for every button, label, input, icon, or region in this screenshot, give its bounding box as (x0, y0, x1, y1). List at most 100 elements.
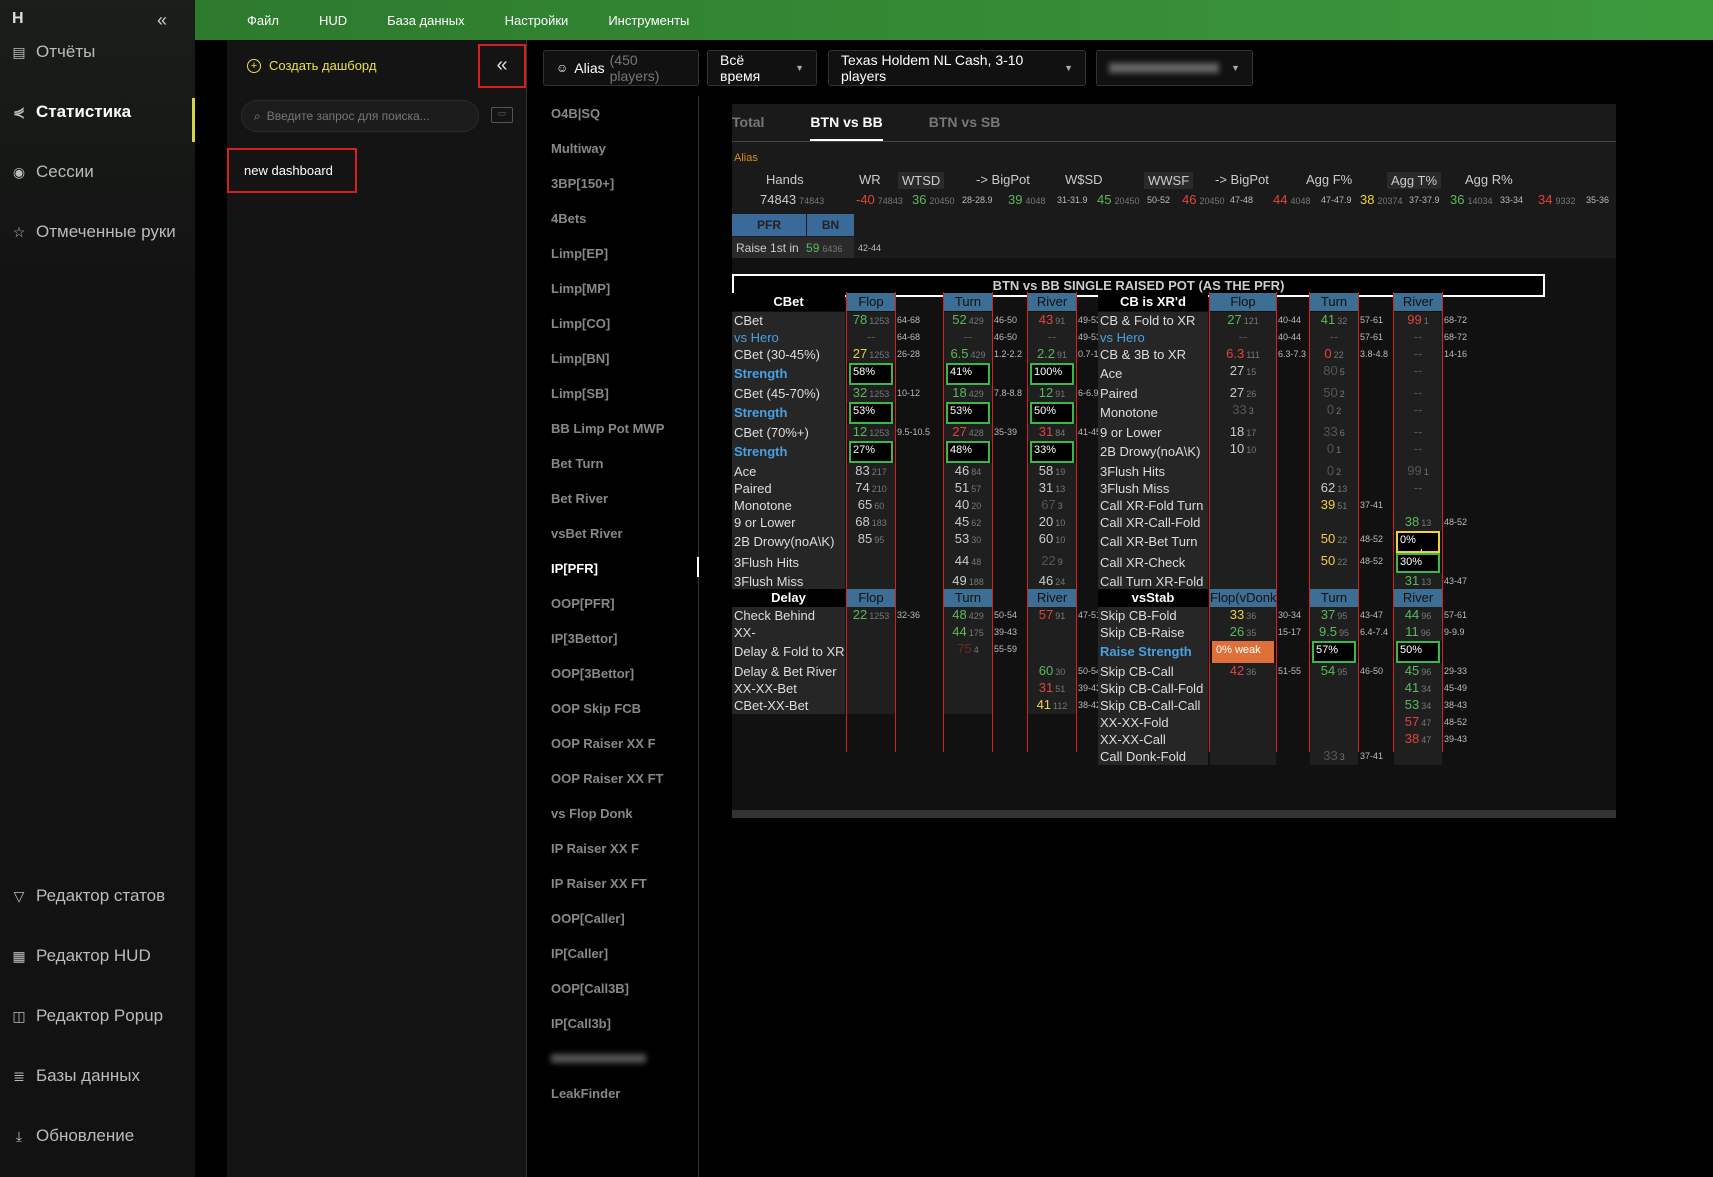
nav-item[interactable]: ⋞ Статистика (0, 92, 195, 142)
value: 45 (1097, 192, 1112, 207)
folder-icon[interactable]: ▭ (491, 107, 513, 123)
menu-settings[interactable]: Настройки (505, 13, 569, 28)
stat-list-item[interactable]: OOP[PFR] (527, 586, 699, 621)
stat-list-item[interactable]: OOP Raiser XX FT (527, 761, 699, 796)
stat-list-item[interactable]: Bet Turn (527, 446, 699, 481)
section-header: vsStab (1098, 589, 1208, 607)
column-header: Flop (847, 293, 895, 311)
stat-cell: 53 30 (944, 531, 992, 553)
stat-cell: 67 3 (1028, 497, 1076, 514)
range-label: 37-41 (1360, 751, 1384, 761)
stat-value: 57 (1038, 607, 1054, 622)
stat-list-item[interactable]: OOP[3Bettor] (527, 656, 699, 691)
stat-list-item[interactable]: Limp[SB] (527, 376, 699, 411)
range-label: 37-41 (1360, 500, 1384, 510)
row-label: 3Flush Miss (732, 573, 845, 590)
menu-tools[interactable]: Инструменты (608, 13, 689, 28)
nav-item[interactable]: ☆ Отмеченные руки (0, 212, 195, 252)
stat-list-item[interactable]: LeakFinder (527, 1076, 699, 1111)
row-label: Delay & Fold to XR (732, 641, 845, 663)
nav-item[interactable]: ≣ Базы данных (0, 1056, 195, 1096)
range-label: 31-31.9 (1057, 195, 1088, 205)
nav-item[interactable]: ⤓ Обновление (0, 1116, 195, 1156)
strength-bar: 53% we (849, 402, 893, 424)
stat-list-item[interactable]: OOP Raiser XX F (527, 726, 699, 761)
stat-list-item[interactable]: O4B|SQ (527, 96, 699, 131)
stat-value: 48 (952, 607, 967, 622)
tab-btn-vs-bb[interactable]: BTN vs BB (810, 104, 883, 141)
stat-list-item[interactable]: Limp[BN] (527, 341, 699, 376)
search-input[interactable]: ⌕ Введите запрос для поиска... (241, 100, 479, 132)
menu-file[interactable]: Файл (247, 13, 279, 28)
account-filter[interactable]: ▼ (1096, 50, 1253, 86)
empty-cell (1210, 497, 1276, 514)
nav-item[interactable]: ▽ Редактор статов (0, 876, 195, 916)
sample-size: 4048 (1290, 196, 1311, 206)
range-label: 6-6.9 (1078, 388, 1099, 398)
tab-total[interactable]: Total (732, 104, 764, 141)
dashboard-item[interactable]: new dashboard (227, 148, 357, 193)
stat-list-item[interactable]: IP[3Bettor] (527, 621, 699, 656)
stat-cell: 99 1 (1394, 312, 1442, 329)
strength-bar: 33% we (1030, 441, 1074, 463)
range-label: 46-50 (994, 332, 1018, 342)
stat-list-item[interactable]: vs Flop Donk (527, 796, 699, 831)
stat-list-item[interactable]: Bet River (527, 481, 699, 516)
range-label: 7.8-8.8 (994, 388, 1023, 398)
nav-item[interactable]: ◫ Редактор Popup (0, 996, 195, 1036)
stat-cell: 50 22 (1310, 553, 1358, 573)
sample-size: 47 (1421, 735, 1432, 745)
stat-list-item[interactable]: IP Raiser XX FT (527, 866, 699, 901)
stat-cell: 50 22 (1310, 531, 1358, 553)
range-label: 50-54 (994, 610, 1018, 620)
filter-icon: ▽ (13, 888, 25, 904)
rfi-count: 6436 (822, 244, 843, 254)
stat-cell: 52 429 (944, 312, 992, 329)
stat-value: 50 (1320, 531, 1336, 546)
stat-list-item[interactable]: Limp[EP] (527, 236, 699, 271)
menu-hud[interactable]: HUD (319, 13, 347, 28)
stat-value: 44 (952, 624, 967, 639)
stat-list-item[interactable]: IP[Call3b] (527, 1006, 699, 1041)
stat-list-item[interactable]: Multiway (527, 131, 699, 166)
stat-list-item[interactable]: OOP Skip FCB (527, 691, 699, 726)
sample-size: 1253 (869, 350, 890, 360)
search-placeholder: Введите запрос для поиска... (266, 109, 430, 123)
nav-item[interactable]: ▤ Отчёты (0, 32, 195, 72)
stat-value: 52 (952, 312, 967, 327)
stat-list-item[interactable]: 4Bets (527, 201, 699, 236)
stat-list-item[interactable]: 3BP[150+] (527, 166, 699, 201)
collapse-nav-button[interactable]: « (150, 8, 174, 32)
nav-item[interactable]: ◉ Сессии (0, 152, 195, 192)
stat-value: 33 (1323, 748, 1338, 763)
range-label: 6.4-7.4 (1360, 627, 1389, 637)
stat-list-item[interactable]: IP[Caller] (527, 936, 699, 971)
stat-list-item[interactable] (527, 1041, 699, 1076)
scroll-indicator[interactable] (697, 557, 699, 577)
create-dashboard-button[interactable]: + Создать дашборд (247, 58, 376, 73)
stat-list-item[interactable]: BB Limp Pot MWP (527, 411, 699, 446)
menu-database[interactable]: База данных (387, 13, 464, 28)
horizontal-scrollbar[interactable] (732, 810, 1616, 818)
stat-value: 65 (857, 497, 873, 512)
time-filter[interactable]: Всё время ▼ (707, 50, 817, 86)
game-filter[interactable]: Texas Holdem NL Cash, 3-10 players ▼ (828, 50, 1086, 86)
stat-list-item[interactable]: vsBet River (527, 516, 699, 551)
tab-btn-vs-sb[interactable]: BTN vs SB (929, 104, 1001, 141)
stat-list-item[interactable]: Limp[CO] (527, 306, 699, 341)
stat-list-item[interactable]: OOP[Caller] (527, 901, 699, 936)
database-icon: ≣ (13, 1068, 25, 1084)
stat-cell: 38 13 (1394, 514, 1442, 531)
empty-cell (1210, 731, 1276, 748)
alias-filter[interactable]: ☺ Alias (450 players) (543, 50, 699, 86)
summary-header: Agg T% (1387, 172, 1442, 189)
stat-list-item[interactable]: IP[PFR] (527, 551, 699, 586)
stat-cell: 62 13 (1310, 480, 1358, 497)
sample-size: 2 (1336, 406, 1342, 416)
stat-list-item[interactable]: OOP[Call3B] (527, 971, 699, 1006)
collapse-sidebar-button[interactable]: « (478, 44, 526, 88)
stat-list-item[interactable]: Limp[MP] (527, 271, 699, 306)
sample-size: 10 (1246, 445, 1257, 455)
stat-list-item[interactable]: IP Raiser XX F (527, 831, 699, 866)
nav-item[interactable]: ▦ Редактор HUD (0, 936, 195, 976)
